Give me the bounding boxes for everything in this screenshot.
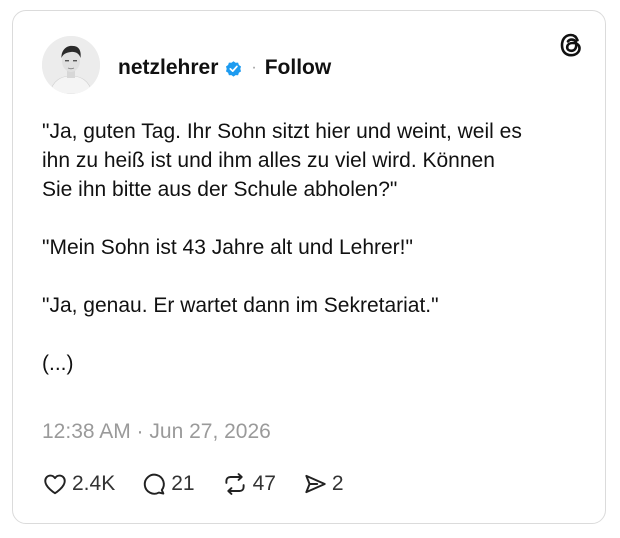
like-button[interactable]: 2.4K <box>42 471 115 497</box>
verified-badge-icon <box>226 60 242 77</box>
reply-button[interactable]: 21 <box>141 471 195 497</box>
reply-count: 21 <box>171 472 195 495</box>
send-icon <box>305 474 326 494</box>
like-count: 2.4K <box>72 472 116 495</box>
header-separator: · <box>251 59 257 76</box>
follow-button[interactable]: Follow <box>265 56 332 80</box>
action-bar: 2.4K 21 47 2 <box>42 469 370 499</box>
avatar-photo <box>42 36 100 94</box>
repost-icon <box>224 473 245 495</box>
post-timestamp[interactable]: 12:38 AM · Jun 27, 2026 <box>42 420 271 444</box>
post-paragraph: "Mein Sohn ist 43 Jahre alt und Lehrer!" <box>42 236 413 259</box>
post-card: netzlehrer · Follow "Ja, guten Tag. Ihr … <box>12 10 606 524</box>
speech-bubble-icon <box>143 473 165 495</box>
repost-count: 47 <box>252 472 276 495</box>
repost-button[interactable]: 47 <box>221 471 276 497</box>
post-header: netzlehrer · Follow <box>118 54 331 82</box>
post-paragraph: (...) <box>42 352 74 375</box>
share-count: 2 <box>331 472 344 495</box>
avatar[interactable] <box>42 36 100 94</box>
share-button[interactable]: 2 <box>302 471 344 497</box>
post-paragraph: "Ja, guten Tag. Ihr Sohn sitzt hier und … <box>42 120 522 201</box>
heart-icon <box>44 474 66 495</box>
post-body: "Ja, guten Tag. Ihr Sohn sitzt hier und … <box>42 117 582 378</box>
threads-logo-icon[interactable] <box>557 31 585 59</box>
username[interactable]: netzlehrer <box>118 56 218 80</box>
post-paragraph: "Ja, genau. Er wartet dann im Sekretaria… <box>42 294 439 317</box>
